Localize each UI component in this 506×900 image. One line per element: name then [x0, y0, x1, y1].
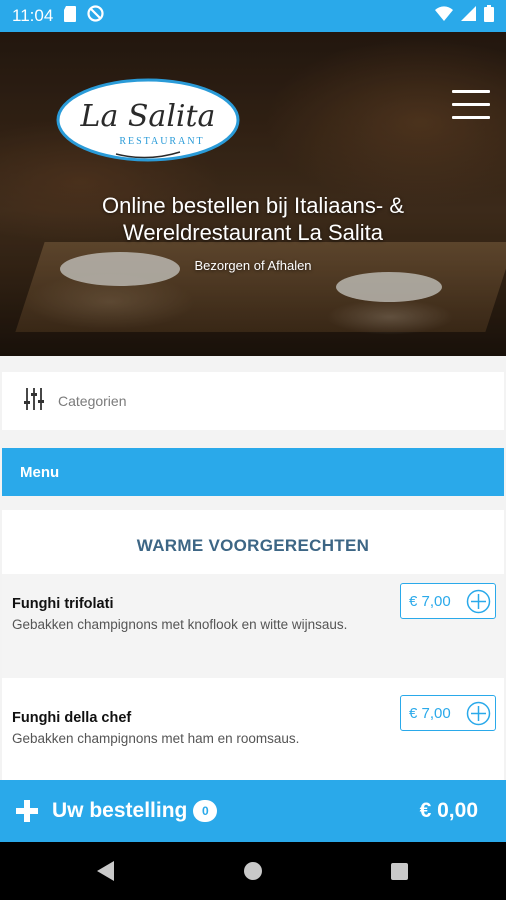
- status-bar: 11:04: [0, 0, 506, 32]
- status-time: 11:04: [12, 6, 54, 25]
- categories-selector[interactable]: Categorien: [2, 372, 504, 430]
- signal-icon: [461, 6, 476, 26]
- restaurant-logo: La Salita RESTAURANT: [56, 78, 240, 162]
- sd-card-icon: [63, 5, 77, 27]
- menu-item-price: € 7,00: [409, 704, 451, 722]
- plus-circle-icon: [466, 589, 491, 614]
- recent-apps-icon[interactable]: [391, 863, 408, 880]
- categories-label: Categorien: [58, 393, 127, 409]
- data-saver-icon: [87, 5, 104, 27]
- menu-item: Funghi trifolati Gebakken champignons me…: [2, 574, 504, 678]
- order-total: € 0,00: [419, 799, 478, 822]
- add-to-order-button[interactable]: € 7,00: [400, 695, 496, 731]
- add-to-order-button[interactable]: € 7,00: [400, 583, 496, 619]
- section-title: WARME VOORGERECHTEN: [136, 536, 370, 555]
- menu-section-card: WARME VOORGERECHTEN Funghi trifolati Geb…: [2, 510, 504, 780]
- menu-item: Funghi della chef Gebakken champignons m…: [2, 682, 504, 780]
- plus-circle-icon: [466, 701, 491, 726]
- back-icon[interactable]: [97, 861, 114, 881]
- system-navigation-bar: [0, 842, 506, 900]
- menu-hamburger-icon[interactable]: [452, 90, 490, 120]
- menu-item-price: € 7,00: [409, 592, 451, 610]
- battery-icon: [484, 5, 494, 27]
- plus-icon: [16, 800, 38, 822]
- menu-header: Menu: [2, 448, 504, 496]
- svg-text:La Salita: La Salita: [80, 99, 216, 134]
- order-count-badge: 0: [193, 800, 218, 822]
- menu-item-name: Funghi della chef: [12, 710, 132, 726]
- hero-subtitle: Bezorgen of Afhalen: [194, 258, 312, 273]
- menu-item-description: Gebakken champignons met ham en roomsaus…: [12, 731, 300, 746]
- hero-banner: La Salita RESTAURANT Online bestellen bi…: [0, 32, 506, 356]
- wifi-icon: [435, 6, 453, 26]
- order-summary-bar[interactable]: Uw bestelling 0 € 0,00: [0, 780, 506, 842]
- sliders-icon: [24, 387, 44, 415]
- svg-text:RESTAURANT: RESTAURANT: [119, 136, 204, 147]
- order-label: Uw bestelling: [52, 799, 188, 822]
- hero-title: Online bestellen bij Italiaans- & Wereld…: [101, 193, 405, 245]
- menu-item-name: Funghi trifolati: [12, 596, 114, 612]
- home-icon[interactable]: [244, 862, 262, 880]
- menu-item-description: Gebakken champignons met knoflook en wit…: [12, 617, 348, 632]
